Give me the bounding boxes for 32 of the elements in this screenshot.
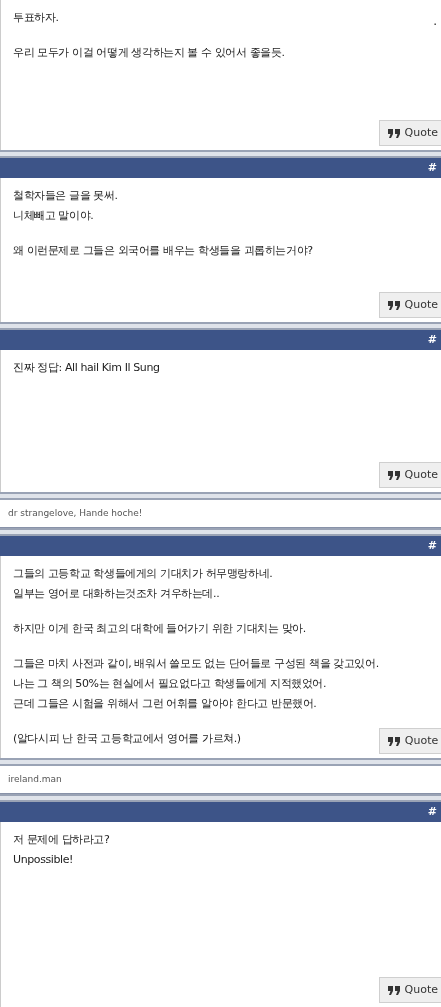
post-text-line: Unpossible! (13, 852, 75, 868)
post-text-line: 투표하자. (13, 10, 60, 26)
post-text-line: 저 문제에 답하라고? (13, 832, 111, 848)
post-text-line: (알다시피 난 한국 고등학교에서 영어를 가르쳐.) (13, 731, 242, 747)
post-text-line: 일부는 영어로 대화하는것조차 겨우하는데.. (13, 586, 221, 602)
post-text-line: 그들의 고등학교 학생들에게의 기대치가 허무맹랑하네. (13, 566, 274, 582)
quote-icon (387, 128, 400, 138)
quote-button[interactable]: Quote (378, 977, 441, 1003)
post-number: # (427, 159, 437, 176)
post-text-line: 그들은 마치 사전과 같이, 배워서 쓸모도 없는 단어들로 구성된 책을 갖고있어. (13, 656, 379, 672)
post-text-line: 하지만 이게 한국 최고의 대학에 들어가기 위한 기대치는 맞아. (13, 621, 307, 637)
post-text-line: 진짜 정답: All hail Kim Il Sung (13, 360, 161, 376)
quote-button[interactable]: Quote (378, 728, 441, 754)
post-text-line: 철학자들은 글을 못써. (13, 188, 119, 204)
post-text-line: 근데 그들은 시험을 위해서 그런 어휘를 알아야 한다고 반문했어. (13, 696, 318, 712)
quote-icon (387, 470, 400, 480)
post-number: # (427, 537, 437, 554)
signature-text: dr strangelove, Hande hoche! (8, 506, 143, 520)
quote-icon (387, 985, 400, 995)
post-text-line: 니체빼고 말이야. (13, 208, 95, 224)
post-number: # (427, 331, 437, 348)
corner-mark: . (433, 13, 438, 30)
quote-button[interactable]: Quote (378, 462, 441, 488)
post-text-line: 우리 모두가 이걸 어떻게 생각하는지 볼 수 있어서 좋을듯. (13, 45, 286, 61)
post-text-line: 나는 그 책의 50%는 현실에서 필요없다고 학생들에게 지적했었어. (13, 676, 328, 692)
quote-icon (387, 300, 400, 310)
quote-icon (387, 736, 400, 746)
post-text-line: 왜 이런문제로 그들은 외국어를 배우는 학생들을 괴롭히는거야? (13, 243, 314, 259)
quote-button[interactable]: Quote (378, 292, 441, 318)
post-number: # (427, 803, 437, 820)
signature-text: ireland.man (8, 772, 62, 786)
quote-button[interactable]: Quote (378, 120, 441, 146)
